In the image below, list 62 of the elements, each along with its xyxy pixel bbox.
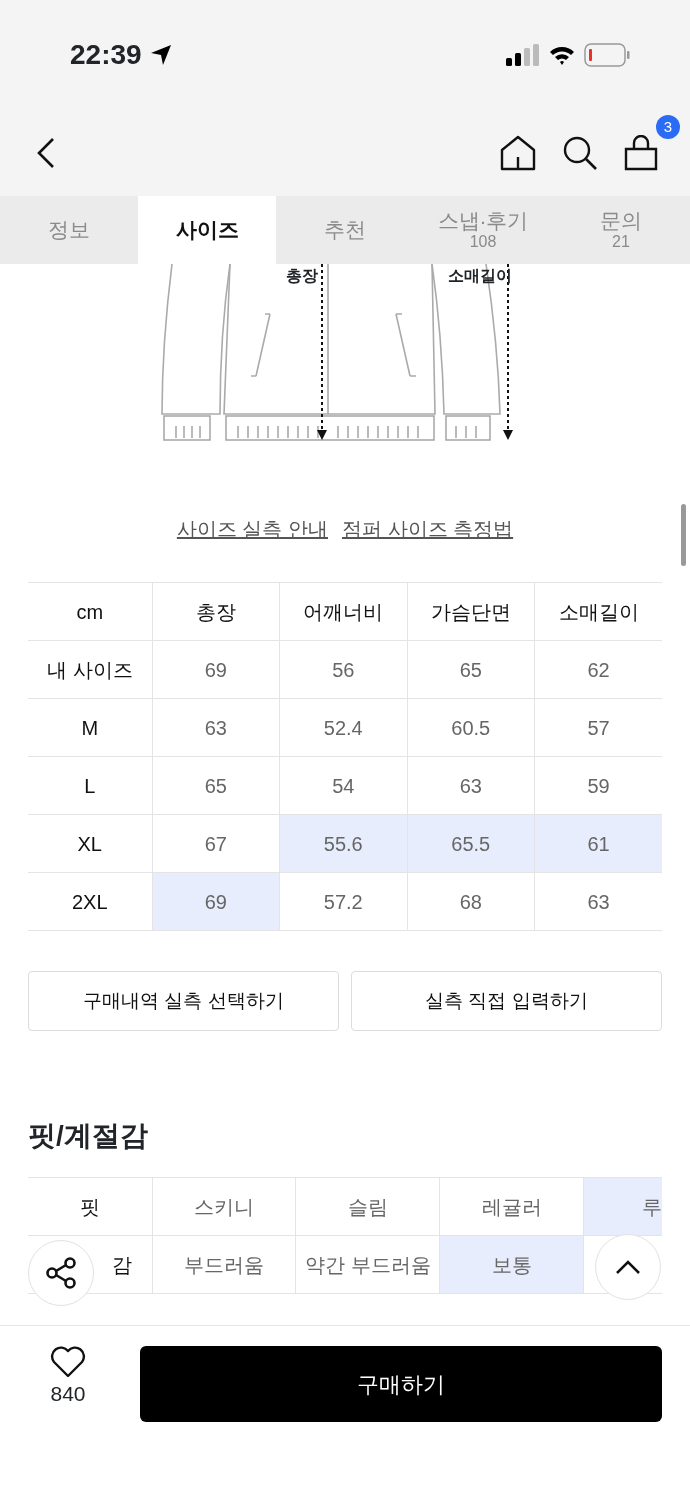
table-cell: 67 xyxy=(152,814,280,873)
table-cell: 61 xyxy=(534,814,662,873)
column-header: 소매길이 xyxy=(534,582,662,641)
section-title: 핏/계절감 xyxy=(28,1119,149,1153)
table-cell: 65 xyxy=(407,640,535,699)
table-cell: 69 xyxy=(152,872,280,931)
measure-button[interactable]: 구매내역 실측 선택하기 xyxy=(28,971,339,1031)
tab[interactable]: 사이즈 xyxy=(138,196,276,264)
fit-label: 핏 xyxy=(28,1177,152,1236)
tab-count: 21 xyxy=(612,232,630,252)
tab-label: 문의 xyxy=(600,208,642,233)
fit-option: 루 xyxy=(583,1177,662,1236)
table-cell: 63 xyxy=(407,756,535,815)
guide-link[interactable]: 사이즈 실측 안내 xyxy=(176,514,328,544)
battery-icon xyxy=(584,43,630,67)
column-header: 어깨너비 xyxy=(279,582,407,641)
column-header: 가슴단면 xyxy=(407,582,535,641)
fit-option: 약간 부드러움 xyxy=(295,1235,440,1294)
like-button[interactable] xyxy=(50,1346,86,1378)
measure-button[interactable]: 실측 직접 입력하기 xyxy=(351,971,662,1031)
table-cell: 54 xyxy=(279,756,407,815)
signal-icon xyxy=(506,44,540,66)
table-cell: 56 xyxy=(279,640,407,699)
size-label: L xyxy=(28,756,152,815)
tab-count: 108 xyxy=(469,232,497,252)
size-label: M xyxy=(28,698,152,757)
fit-option: 슬림 xyxy=(295,1177,440,1236)
cart-button[interactable] xyxy=(624,135,658,171)
table-cell: 65.5 xyxy=(407,814,535,873)
size-label: 2XL xyxy=(28,872,152,931)
column-header: 총장 xyxy=(152,582,280,641)
table-cell: 57.2 xyxy=(279,872,407,931)
fit-option: 보통 xyxy=(439,1235,584,1294)
size-label: XL xyxy=(28,814,152,873)
fit-option: 부드러움 xyxy=(152,1235,296,1294)
measure-label: 소매길이 xyxy=(448,266,512,286)
buy-button[interactable]: 구매하기 xyxy=(140,1346,662,1422)
table-cell: 52.4 xyxy=(279,698,407,757)
location-arrow-icon xyxy=(149,44,172,66)
back-button[interactable] xyxy=(36,137,56,169)
home-button[interactable] xyxy=(500,135,536,171)
chevron-up-icon xyxy=(615,1259,641,1275)
table-cell: 68 xyxy=(407,872,535,931)
fit-option: 레귤러 xyxy=(439,1177,584,1236)
share-icon xyxy=(45,1257,77,1289)
wifi-icon xyxy=(548,44,576,66)
status-time: 22:39 xyxy=(70,38,142,72)
fit-option: 스키니 xyxy=(152,1177,296,1236)
table-cell: 55.6 xyxy=(279,814,407,873)
guide-link[interactable]: 점퍼 사이즈 측정법 xyxy=(342,514,514,544)
table-cell: 63 xyxy=(152,698,280,757)
cart-count-badge: 3 xyxy=(656,115,680,139)
tab-label: 스냅·후기 xyxy=(437,208,529,233)
table-cell: 60.5 xyxy=(407,698,535,757)
measure-label: 총장 xyxy=(286,266,318,286)
search-button[interactable] xyxy=(562,135,598,171)
size-label: 내 사이즈 xyxy=(28,640,152,699)
like-count: 840 xyxy=(50,1381,86,1407)
table-cell: 65 xyxy=(152,756,280,815)
unit-label: cm xyxy=(28,582,152,641)
scroll-bar xyxy=(681,504,686,566)
table-cell: 69 xyxy=(152,640,280,699)
